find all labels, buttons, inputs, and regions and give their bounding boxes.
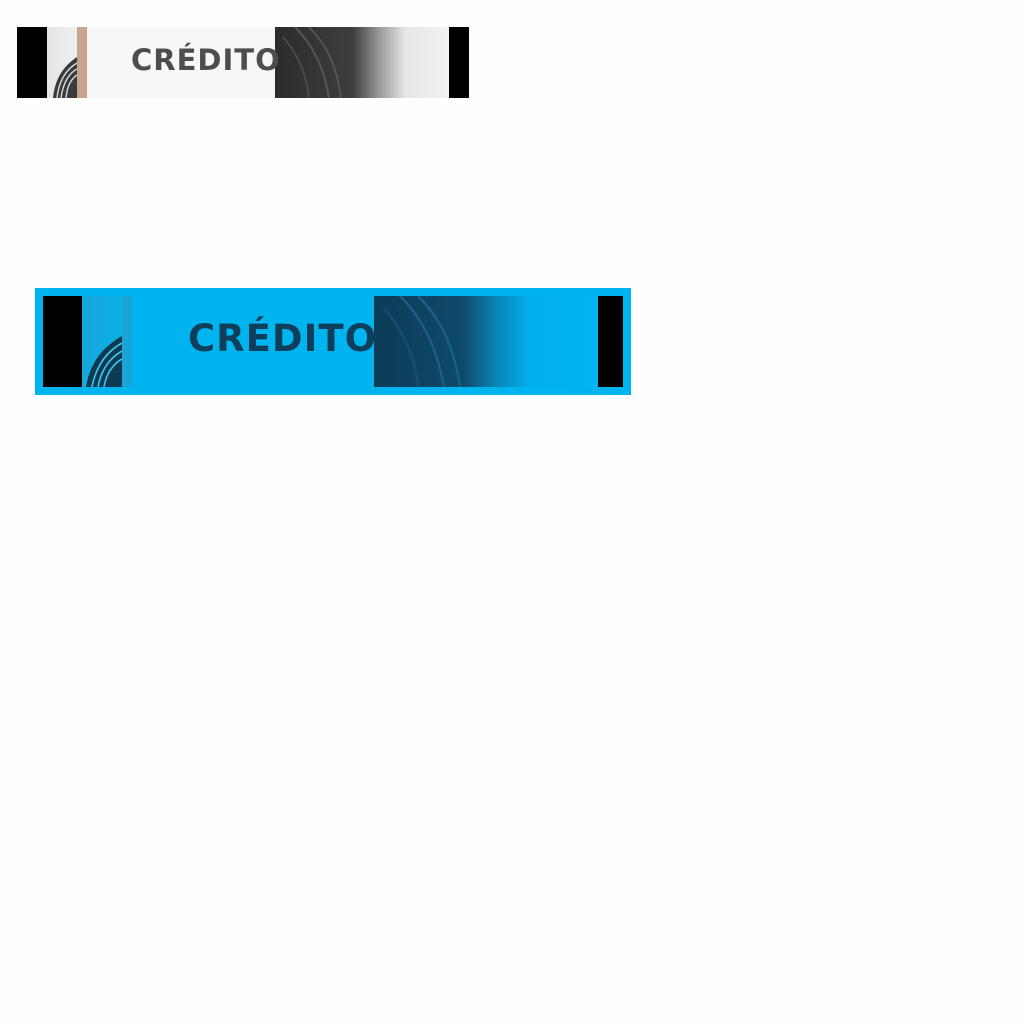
page: CRÉDITO CRÉDITO: [0, 0, 1024, 1024]
person-shoulder-icon: [374, 296, 598, 387]
banner-label: CRÉDITO: [131, 43, 281, 77]
banner-label-hover: CRÉDITO: [188, 317, 378, 360]
tie-stripes-icon: [86, 296, 132, 387]
credito-banner-hover-link[interactable]: CRÉDITO: [35, 288, 631, 395]
banner-image: CRÉDITO: [47, 27, 449, 98]
person-photo-left-crop: [47, 27, 87, 98]
person-photo-right-crop-hover: [374, 296, 598, 387]
person-shoulder-icon: [275, 27, 449, 98]
banner-image-hover: CRÉDITO: [82, 296, 598, 387]
credito-banner-link[interactable]: CRÉDITO: [17, 27, 469, 98]
tie-stripes-icon: [53, 27, 87, 98]
person-photo-right-crop: [275, 27, 449, 98]
person-photo-left-crop-hover: [82, 296, 132, 387]
banner-frame: CRÉDITO: [43, 296, 623, 387]
